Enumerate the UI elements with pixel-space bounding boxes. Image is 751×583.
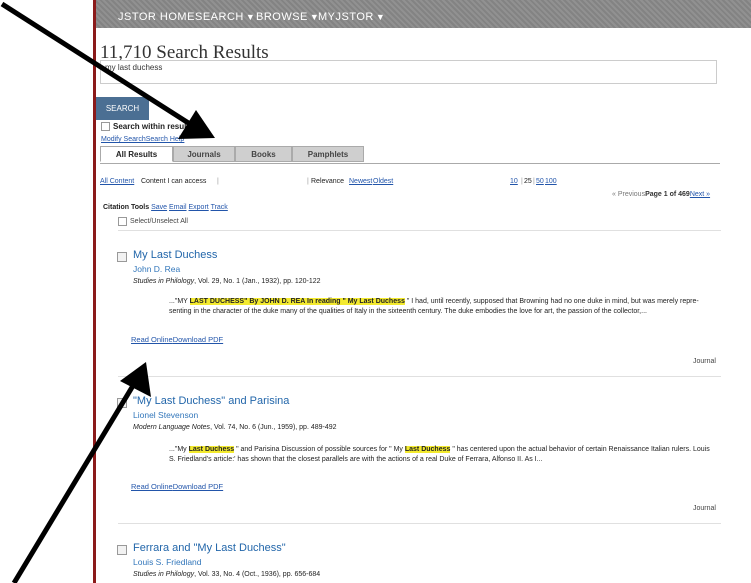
divider [118,376,721,377]
filter-all-content[interactable]: All Content [100,178,134,185]
nav-browse[interactable]: BROWSE ▼ [256,11,319,23]
result-title[interactable]: "My Last Duchess" and Parisina [133,395,289,407]
citation-tools-label: Citation Tools [103,204,150,211]
sort-newest[interactable]: Newest [349,178,372,185]
tab-pamphlets[interactable]: Pamphlets [292,146,364,162]
per-page-100[interactable]: 100 [545,178,557,185]
divider [118,230,721,231]
nav-home[interactable]: JSTOR HOME [118,11,195,23]
per-page-50[interactable]: 50 [536,178,544,185]
download-pdf-link[interactable]: Download PDF [173,482,223,491]
modify-search-links: Modify SearchSearch Help [101,136,184,143]
track-link[interactable]: Track [211,204,228,211]
filter-divider: | [217,178,219,185]
chevron-down-icon: ▼ [245,12,256,22]
nav-myjstor[interactable]: MYJSTOR ▼ [318,11,385,23]
search-help-link[interactable]: Search Help [146,136,185,143]
result-links: Read OnlineDownload PDF [131,335,223,344]
tab-journals[interactable]: Journals [173,146,235,162]
result-tabs: All Results Journals Books Pamphlets [100,146,720,164]
per-page-10[interactable]: 10 [510,178,518,185]
sort-oldest[interactable]: Oldest [373,178,393,185]
email-link[interactable]: Email [169,204,187,211]
result-citation: Studies in Philology, Vol. 29, No. 1 (Ja… [133,278,321,285]
citation-tools: Citation Tools Save Email Export Track [103,204,228,211]
content-type: Journal [693,358,716,365]
nav-search[interactable]: SEARCH ▼ [195,11,255,23]
result-author[interactable]: Lionel Stevenson [133,410,198,420]
annotation-arrows [0,1,215,583]
search-within-label: Search within results [113,122,194,131]
per-page-divider: | [521,178,523,185]
read-online-link[interactable]: Read Online [131,482,173,491]
result-title[interactable]: Ferrara and "My Last Duchess" [133,542,286,554]
read-online-link[interactable]: Read Online [131,335,173,344]
result-citation: Modern Language Notes, Vol. 74, No. 6 (J… [133,424,337,431]
left-accent-bar [93,0,96,583]
tab-all-results[interactable]: All Results [100,146,173,162]
per-page-divider: | [533,178,535,185]
filter-content-access[interactable]: Content I can access [141,178,206,185]
result-snippet: ..."MY LAST DUCHESS" By JOHN D. REA In r… [169,298,699,315]
save-link[interactable]: Save [151,204,167,211]
result-checkbox[interactable] [117,252,127,262]
sort-divider: | [307,178,309,185]
search-within-results[interactable]: Search within results [101,122,193,131]
arrow-to-read-online [11,362,151,583]
screenshot-frame: JSTOR HOME SEARCH ▼ BROWSE ▼ MYJSTOR ▼ 11,7… [0,0,751,583]
checkbox[interactable] [101,122,110,131]
divider [118,523,721,524]
result-snippet: ..."My Last Duchess " and Parisina Discu… [169,446,710,463]
content-type: Journal [693,505,716,512]
per-page-25[interactable]: 25 [524,178,532,185]
result-title[interactable]: My Last Duchess [133,249,217,261]
search-button[interactable]: SEARCH [96,97,149,120]
result-links: Read OnlineDownload PDF [131,482,223,491]
page-indicator: Page 1 of 469 [645,191,690,198]
pagination: « PreviousPage 1 of 469Next » [612,191,710,198]
next-link[interactable]: Next » [690,191,710,198]
modify-search-link[interactable]: Modify Search [101,136,146,143]
search-input[interactable]: my last duchess [100,60,717,84]
result-citation: Studies in Philology, Vol. 33, No. 4 (Oc… [133,571,321,578]
export-link[interactable]: Export [189,204,209,211]
result-author[interactable]: Louis S. Friedland [133,557,202,567]
result-checkbox[interactable] [117,398,127,408]
top-navigation: JSTOR HOME SEARCH ▼ BROWSE ▼ MYJSTOR ▼ [96,0,751,28]
chevron-down-icon: ▼ [375,12,386,22]
tab-books[interactable]: Books [235,146,292,162]
result-author[interactable]: John D. Rea [133,264,180,274]
select-all-label: Select/Unselect All [130,218,188,225]
result-checkbox[interactable] [117,545,127,555]
previous-link[interactable]: « Previous [612,191,645,198]
checkbox[interactable] [118,217,127,226]
download-pdf-link[interactable]: Download PDF [173,335,223,344]
sort-relevance[interactable]: Relevance [311,178,344,185]
select-all[interactable]: Select/Unselect All [118,217,188,226]
